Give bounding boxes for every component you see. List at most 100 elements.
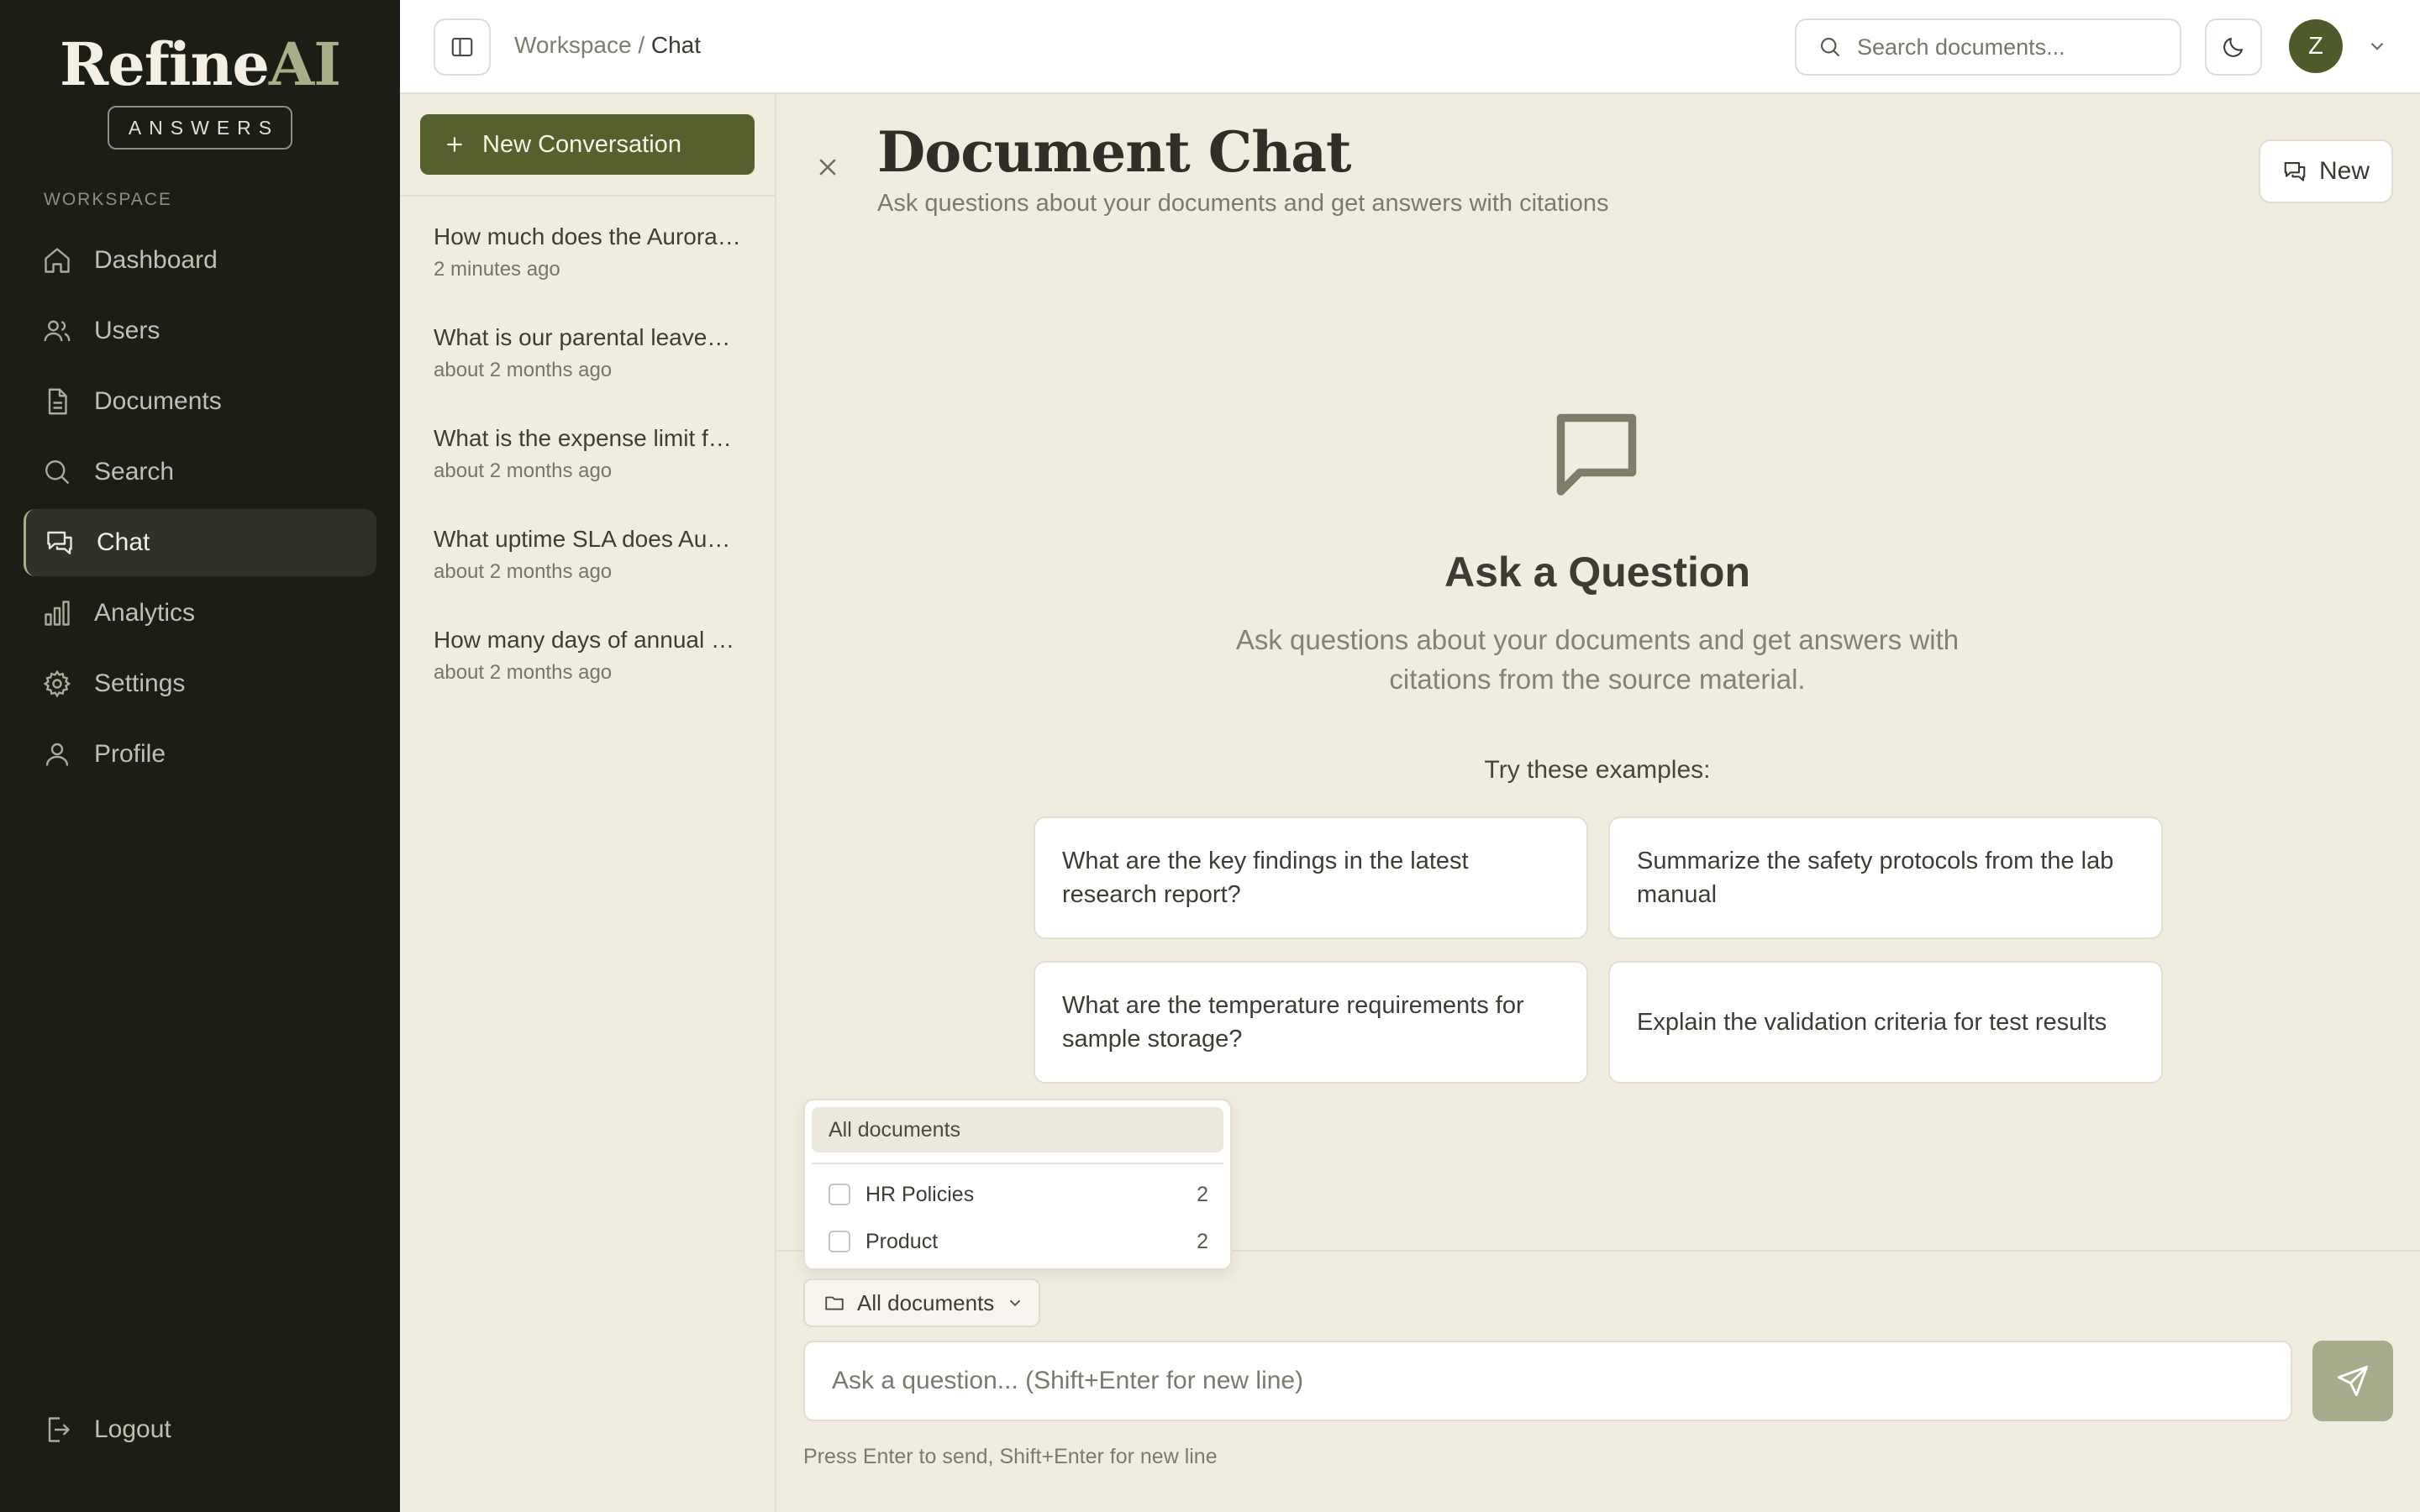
sidebar-item-label: Analytics — [94, 599, 196, 627]
logout-button[interactable]: Logout — [42, 1415, 171, 1445]
logout-label: Logout — [94, 1415, 171, 1443]
checkbox[interactable] — [829, 1184, 850, 1205]
plus-icon — [444, 134, 482, 155]
avatar[interactable]: Z — [2289, 19, 2343, 73]
conversation-title: What is the expense limit f… — [434, 425, 732, 451]
option-count: 2 — [1197, 1229, 1208, 1253]
document-scope-label: All documents — [857, 1289, 995, 1315]
option-label: Product — [865, 1229, 939, 1253]
sidebar-item-search[interactable]: Search — [24, 438, 376, 506]
conversation-item[interactable]: What is our parental leave… about 2 mont… — [434, 323, 761, 423]
breadcrumb: Workspace / Chat — [514, 32, 701, 59]
send-icon — [2335, 1363, 2370, 1399]
conversation-title: What uptime SLA does Au… — [434, 526, 731, 552]
question-field[interactable] — [803, 1341, 2292, 1421]
topbar: Workspace / Chat Z — [400, 0, 2420, 94]
example-prompt-card[interactable]: What are the temperature requirements fo… — [1034, 961, 1588, 1084]
conversation-time: about 2 months ago — [434, 560, 613, 583]
sidebar-item-label: Users — [94, 317, 160, 344]
sidebar-item-users[interactable]: Users — [24, 297, 376, 365]
composer-hint: Press Enter to send, Shift+Enter for new… — [803, 1445, 1218, 1468]
conversation-time: about 2 months ago — [434, 459, 613, 482]
sidebar-item-dashboard[interactable]: Dashboard — [24, 227, 376, 294]
new-conversation-button[interactable]: New Conversation — [420, 114, 755, 175]
sidebar-item-label: Profile — [94, 740, 166, 768]
conversation-title: What is our parental leave… — [434, 324, 731, 350]
logo: RefineAI ANSWERS — [0, 30, 400, 150]
sidebar-item-label: Chat — [97, 528, 150, 556]
sidebar-item-label: Settings — [94, 669, 186, 697]
breadcrumb-current: Chat — [650, 32, 702, 58]
chat-icon — [2282, 159, 2319, 184]
divider — [400, 195, 776, 197]
option-label: HR Policies — [865, 1182, 975, 1206]
breadcrumb-separator: / — [638, 32, 645, 58]
conversation-title: How much does the Aurora… — [434, 223, 741, 249]
folder-icon — [823, 1292, 845, 1314]
empty-state-description: Ask questions about your documents and g… — [1235, 624, 1960, 695]
conversation-title: How many days of annual … — [434, 627, 734, 653]
sidebar-item-label: Documents — [94, 387, 222, 415]
dropdown-separator — [812, 1163, 1223, 1164]
option-count: 2 — [1197, 1182, 1208, 1206]
new-chat-button[interactable]: New — [2259, 139, 2393, 203]
conversation-item[interactable]: What is the expense limit f… about 2 mon… — [434, 423, 761, 524]
message-square-icon — [1546, 403, 1647, 504]
conversation-panel: New Conversation How much does the Auror… — [400, 94, 776, 1512]
search-input[interactable] — [1857, 34, 2160, 60]
sidebar-section-label: WORKSPACE — [44, 190, 172, 209]
moon-icon — [2221, 34, 2246, 60]
sidebar-item-chat[interactable]: Chat — [24, 509, 376, 576]
gear-icon — [42, 669, 72, 699]
example-prompt-card[interactable]: Explain the validation criteria for test… — [1608, 961, 2163, 1084]
dropdown-option-all[interactable]: All documents — [812, 1107, 1223, 1152]
sidebar-nav: Dashboard Users Documents Search Chat An… — [24, 227, 376, 791]
sidebar-item-analytics[interactable]: Analytics — [24, 580, 376, 647]
example-prompt-card[interactable]: What are the key findings in the latest … — [1034, 816, 1588, 939]
new-chat-label: New — [2318, 157, 2370, 185]
breadcrumb-workspace[interactable]: Workspace — [514, 32, 632, 58]
logo-main-text: Refine — [60, 29, 270, 99]
sidebar-item-settings[interactable]: Settings — [24, 650, 376, 717]
chevron-down-icon[interactable] — [2366, 35, 2388, 57]
question-input[interactable] — [832, 1367, 2264, 1395]
chat-main: Document Chat Ask questions about your d… — [776, 94, 2420, 1512]
sidebar-item-documents[interactable]: Documents — [24, 368, 376, 435]
user-icon — [42, 739, 72, 769]
document-filter-dropdown: All documents HR Policies 2 Product 2 — [803, 1099, 1232, 1270]
sidebar-item-label: Search — [94, 458, 175, 486]
sidebar: RefineAI ANSWERS WORKSPACE Dashboard Use… — [0, 0, 400, 1512]
sidebar-item-profile[interactable]: Profile — [24, 721, 376, 788]
panel-toggle-icon — [450, 34, 475, 60]
page-subtitle: Ask questions about your documents and g… — [877, 190, 1609, 217]
users-icon — [42, 316, 72, 346]
conversation-time: 2 minutes ago — [434, 258, 560, 281]
conversation-item[interactable]: What uptime SLA does Au… about 2 months … — [434, 524, 761, 625]
conversation-time: about 2 months ago — [434, 359, 613, 381]
empty-state-title: Ask a Question — [1444, 549, 1750, 596]
conversation-list: How much does the Aurora… 2 minutes ago … — [434, 222, 761, 726]
example-prompt-card[interactable]: Summarize the safety protocols from the … — [1608, 816, 2163, 939]
search-icon — [1818, 35, 1842, 59]
theme-toggle-button[interactable] — [2205, 18, 2262, 76]
analytics-icon — [42, 598, 72, 628]
logout-icon — [42, 1415, 72, 1445]
home-icon — [42, 245, 72, 276]
sidebar-toggle-button[interactable] — [434, 18, 491, 76]
document-icon — [42, 386, 72, 417]
dropdown-option-hr-policies[interactable]: HR Policies 2 — [812, 1171, 1223, 1218]
conversation-time: about 2 months ago — [434, 661, 613, 684]
send-button[interactable] — [2312, 1341, 2393, 1421]
sidebar-item-label: Dashboard — [94, 246, 218, 274]
conversation-item[interactable]: How many days of annual … about 2 months… — [434, 625, 761, 726]
logo-accent-text: AI — [268, 29, 341, 99]
close-icon[interactable] — [815, 155, 840, 180]
page-title: Document Chat — [877, 119, 1351, 185]
chevron-down-icon — [1006, 1294, 1024, 1312]
checkbox[interactable] — [829, 1231, 850, 1252]
dropdown-option-product[interactable]: Product 2 — [812, 1218, 1223, 1265]
document-search[interactable] — [1795, 18, 2181, 76]
logo-title: RefineAI — [0, 30, 400, 99]
document-scope-select[interactable]: All documents — [803, 1278, 1040, 1327]
conversation-item[interactable]: How much does the Aurora… 2 minutes ago — [434, 222, 761, 323]
